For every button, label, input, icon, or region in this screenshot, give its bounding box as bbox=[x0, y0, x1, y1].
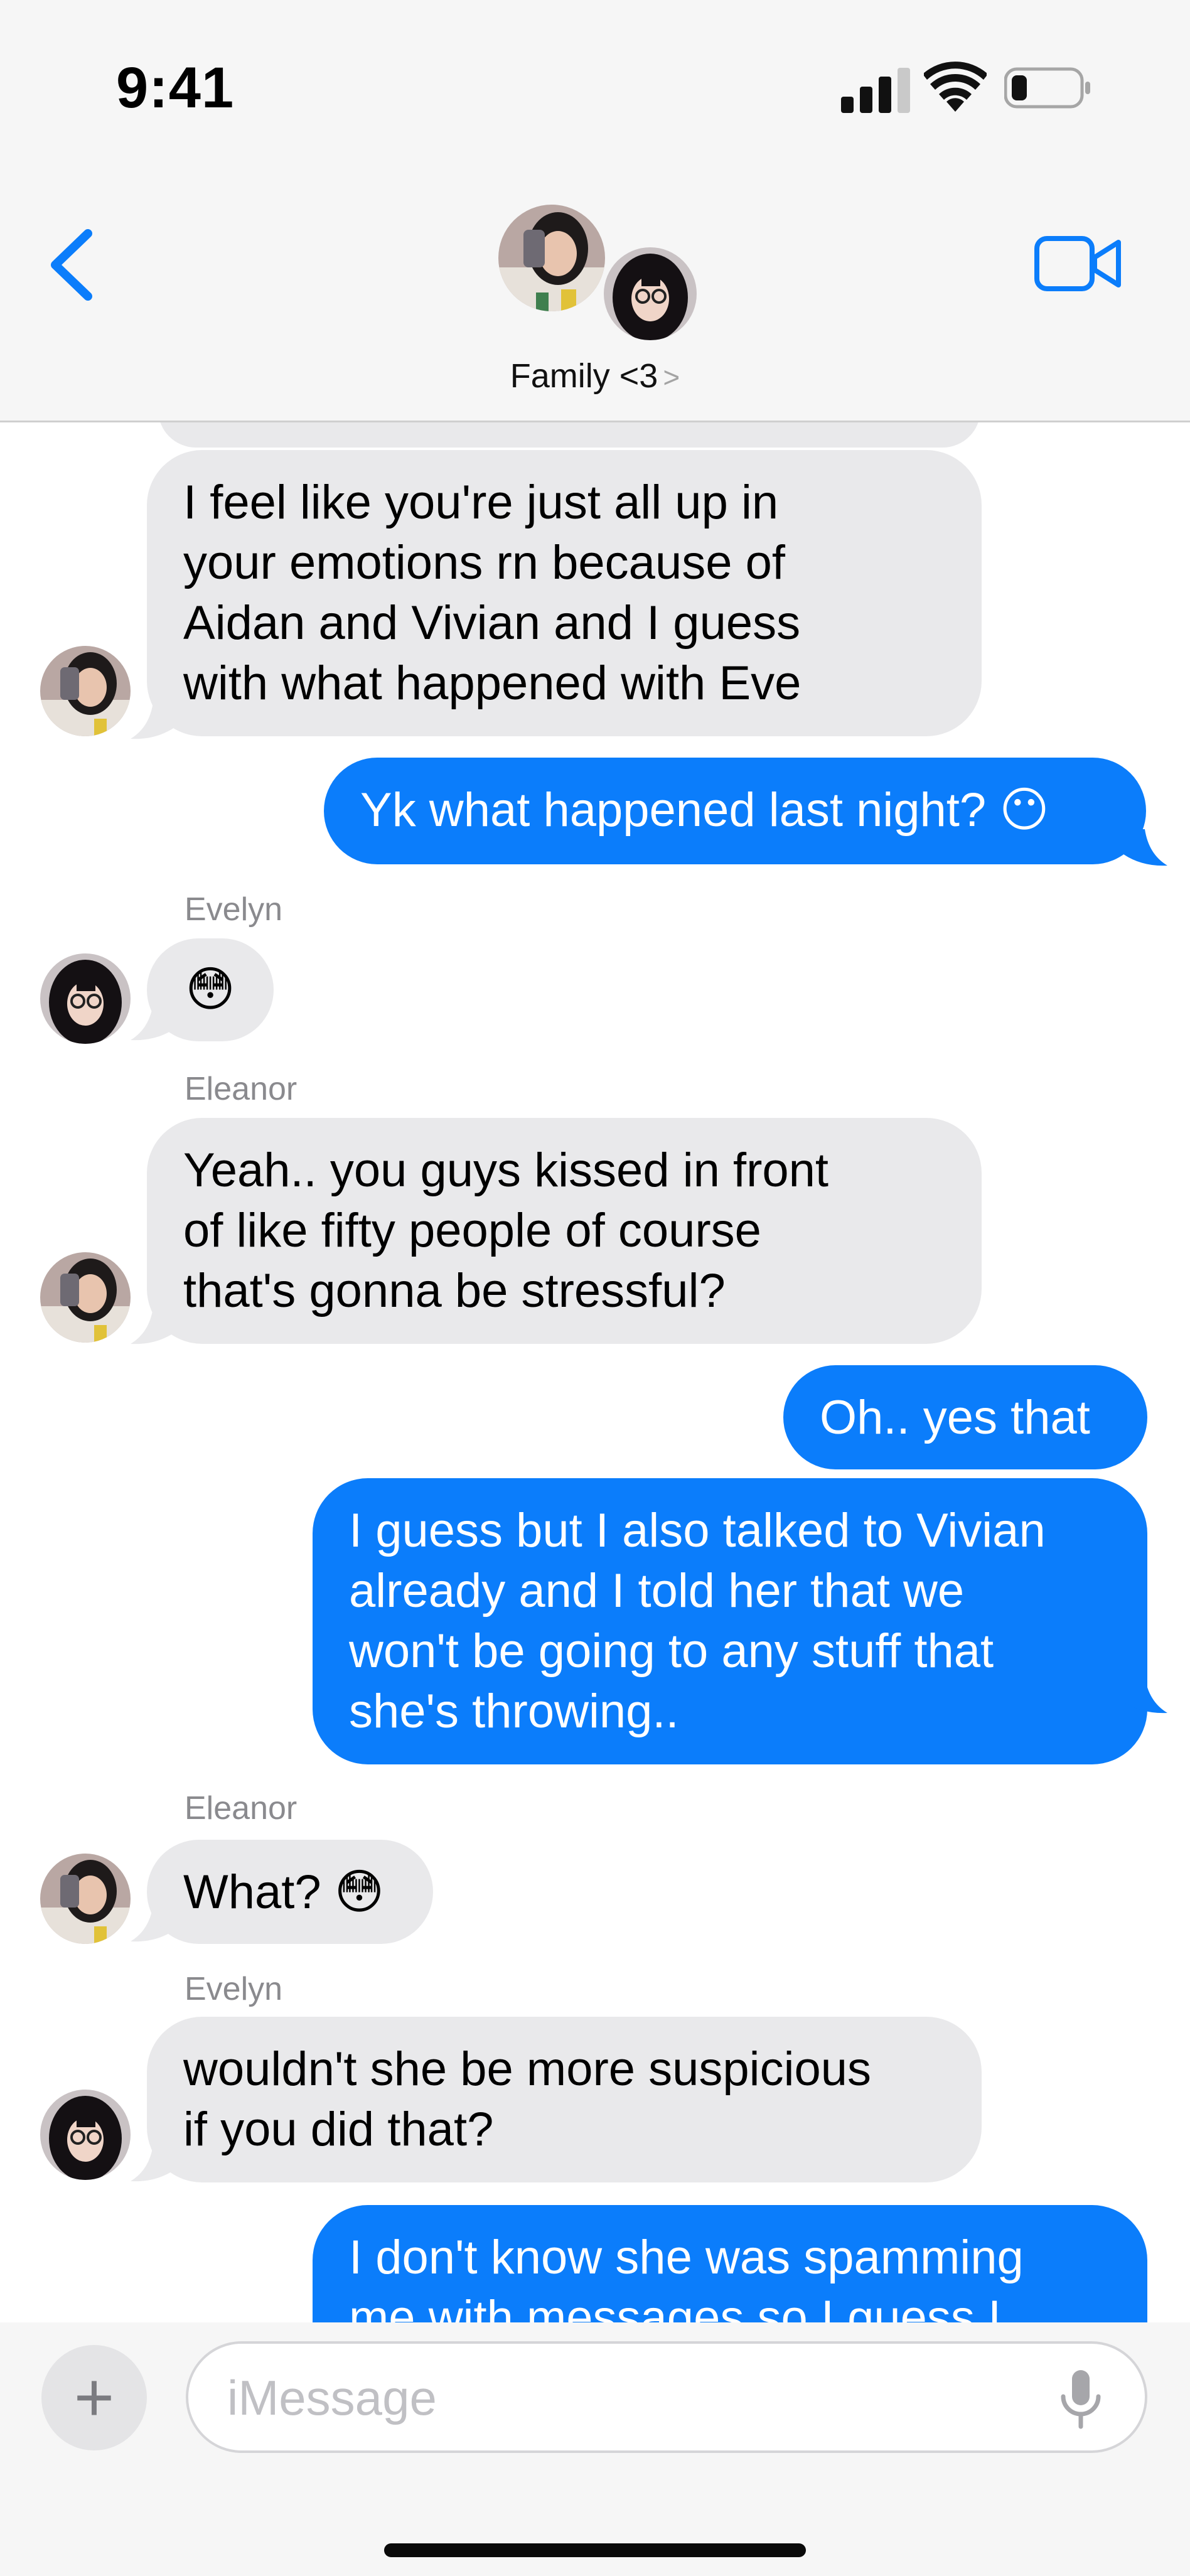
message-text: Yk what happened last night? 😶 bbox=[360, 783, 1049, 837]
message-bubble[interactable]: What? 😳 bbox=[147, 1840, 433, 1944]
message-text: with what happened with Eve bbox=[183, 657, 801, 710]
avatar-evelyn[interactable] bbox=[40, 2090, 131, 2180]
message-text: if you did that? bbox=[183, 2103, 494, 2156]
status-time: 9:41 bbox=[116, 56, 235, 120]
message-text: of like fifty people of course bbox=[183, 1204, 761, 1257]
message-bubble[interactable]: wouldn't she be more suspicious if you d… bbox=[147, 2017, 982, 2182]
conversation-header: Family <3 > bbox=[0, 169, 1190, 422]
status-bar: 9:41 bbox=[0, 0, 1190, 169]
message-text: already and I told her that we bbox=[349, 1564, 965, 1618]
message-text: I guess but I also talked to Vivian bbox=[349, 1504, 1046, 1557]
message-text: your emotions rn because of bbox=[183, 536, 785, 589]
chevron-right-icon: > bbox=[663, 361, 680, 394]
avatar-eleanor[interactable] bbox=[40, 1252, 131, 1343]
message-text: wouldn't she be more suspicious bbox=[183, 2042, 871, 2096]
sender-label: Eleanor bbox=[185, 1790, 298, 1827]
group-avatar-evelyn[interactable] bbox=[604, 247, 697, 340]
message-text: Aidan and Vivian and I guess bbox=[183, 596, 801, 650]
sender-label: Evelyn bbox=[185, 1971, 283, 2007]
message-bubble[interactable]: I guess but I also talked to Vivian alre… bbox=[313, 1478, 1147, 1764]
group-avatar-eleanor[interactable] bbox=[498, 205, 605, 311]
bubble-tail bbox=[1123, 1677, 1167, 1714]
group-name-text: Family <3 bbox=[510, 357, 658, 395]
message-bubble-clipped[interactable] bbox=[158, 422, 980, 448]
message-text: I feel like you're just all up in bbox=[183, 476, 779, 529]
message-text: won't be going to any stuff that bbox=[349, 1624, 994, 1678]
sender-label: Eleanor bbox=[185, 1071, 298, 1107]
add-attachment-button[interactable]: + bbox=[41, 2345, 147, 2450]
message-text: she's throwing.. bbox=[349, 1685, 679, 1738]
message-text: What? 😳 bbox=[183, 1865, 384, 1919]
cellular-signal-icon bbox=[841, 68, 910, 113]
bubble-tail bbox=[1123, 829, 1167, 866]
avatar-evelyn[interactable] bbox=[40, 953, 131, 1044]
wifi-icon bbox=[924, 62, 987, 112]
message-field[interactable] bbox=[186, 2341, 1147, 2453]
avatar-eleanor[interactable] bbox=[40, 646, 131, 736]
message-thread[interactable]: I feel like you're just all up in your e… bbox=[0, 422, 1190, 2322]
microphone-icon[interactable] bbox=[1056, 2368, 1106, 2430]
message-text: Oh.. yes that bbox=[820, 1391, 1090, 1444]
home-indicator[interactable] bbox=[384, 2543, 806, 2557]
message-input[interactable] bbox=[226, 2369, 1032, 2427]
message-bubble[interactable]: 😳 bbox=[147, 938, 274, 1041]
group-name[interactable]: Family <3 > bbox=[0, 357, 1190, 395]
message-bubble[interactable]: Oh.. yes that bbox=[783, 1365, 1147, 1469]
message-text: 😳 bbox=[185, 963, 235, 1016]
message-text: me with messages so I guess I bbox=[349, 2291, 1002, 2322]
video-call-button[interactable] bbox=[1034, 232, 1122, 295]
back-button[interactable] bbox=[44, 227, 100, 303]
sender-label: Evelyn bbox=[185, 891, 283, 928]
message-text: I don't know she was spamming bbox=[349, 2231, 1024, 2284]
message-bubble[interactable]: Yk what happened last night? 😶 bbox=[324, 758, 1146, 864]
message-text: that's gonna be stressful? bbox=[183, 1264, 726, 1318]
avatar-eleanor[interactable] bbox=[40, 1854, 131, 1944]
plus-icon: + bbox=[73, 2359, 115, 2436]
compose-bar: + bbox=[0, 2322, 1190, 2576]
message-text: Yeah.. you guys kissed in front bbox=[183, 1144, 829, 1197]
battery-low-icon bbox=[1004, 67, 1090, 109]
message-bubble[interactable]: I feel like you're just all up in your e… bbox=[147, 450, 982, 736]
message-bubble[interactable]: I don't know she was spamming me with me… bbox=[313, 2205, 1147, 2322]
message-bubble[interactable]: Yeah.. you guys kissed in front of like … bbox=[147, 1118, 982, 1344]
